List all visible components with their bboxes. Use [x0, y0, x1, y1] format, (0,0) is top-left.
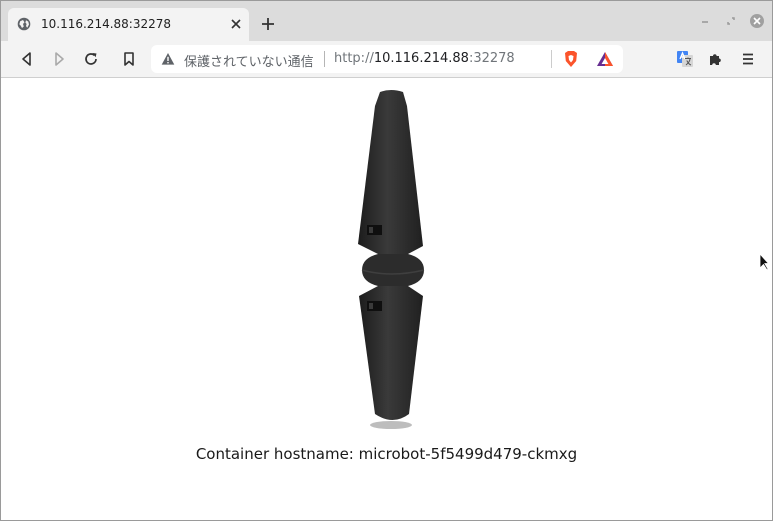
new-tab-icon[interactable] — [261, 17, 275, 31]
window-close-icon[interactable] — [749, 13, 765, 29]
security-status-label[interactable]: 保護されていない通信 — [184, 51, 314, 70]
menu-icon[interactable] — [740, 51, 756, 67]
tab-title: 10.116.214.88:32278 — [41, 17, 172, 31]
globe-icon — [17, 17, 31, 31]
minimize-icon[interactable] — [700, 16, 710, 26]
mouse-cursor-icon — [759, 253, 769, 271]
url-text[interactable]: http://10.116.214.88:32278 — [334, 51, 515, 66]
brave-rewards-icon[interactable] — [596, 51, 614, 67]
close-icon[interactable] — [230, 18, 242, 30]
url-scheme: http:// — [334, 51, 374, 66]
tab-strip: 10.116.214.88:32278 — [1, 1, 772, 41]
microbot-image — [358, 90, 425, 429]
brave-shields-icon[interactable] — [563, 50, 579, 68]
page-content: Container hostname: microbot-5f5499d479-… — [1, 78, 772, 520]
divider — [324, 51, 325, 67]
url-port: :32278 — [468, 51, 515, 66]
container-hostname: Container hostname: microbot-5f5499d479-… — [195, 445, 578, 463]
url-host: 10.116.214.88 — [373, 51, 469, 66]
warning-icon[interactable] — [161, 52, 175, 66]
active-tab[interactable]: 10.116.214.88:32278 — [8, 8, 249, 41]
toolbar: 保護されていない通信 http://10.116.214.88:32278 — [1, 41, 772, 78]
restore-icon[interactable] — [725, 15, 737, 27]
extensions-icon[interactable] — [708, 51, 724, 67]
bookmark-icon[interactable] — [121, 51, 137, 67]
divider — [551, 50, 552, 68]
reload-icon[interactable] — [83, 51, 99, 67]
address-bar[interactable]: 保護されていない通信 http://10.116.214.88:32278 — [151, 45, 623, 73]
back-icon[interactable] — [19, 51, 35, 67]
browser-window: 10.116.214.88:32278 保護されていない通信 http://10… — [0, 0, 773, 521]
translate-icon[interactable] — [676, 50, 694, 68]
forward-icon[interactable] — [51, 51, 67, 67]
